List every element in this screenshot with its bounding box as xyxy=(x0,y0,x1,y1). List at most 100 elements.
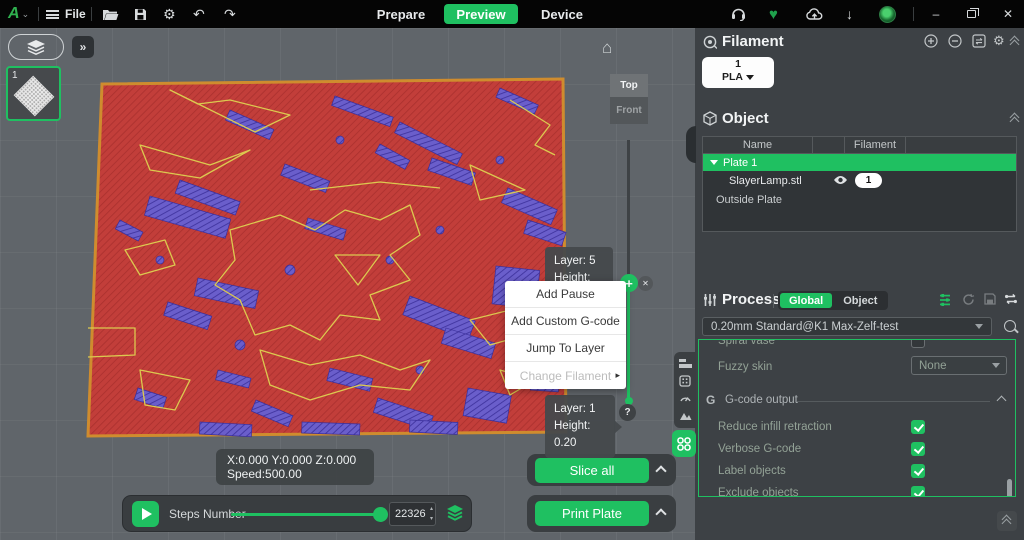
user-account-button[interactable] xyxy=(879,0,896,28)
process-params-button[interactable] xyxy=(938,293,952,307)
process-compare-button[interactable] xyxy=(1004,292,1018,306)
file-menu-label: File xyxy=(65,7,86,21)
maximize-button[interactable] xyxy=(957,0,985,28)
search-preset-button[interactable] xyxy=(1003,319,1019,335)
process-save-button[interactable] xyxy=(984,293,996,305)
exclude-objects-checkbox[interactable] xyxy=(911,486,925,497)
remove-filament-button[interactable] xyxy=(948,34,962,48)
download-icon: ↓ xyxy=(846,6,853,22)
maximize-icon xyxy=(967,10,976,18)
dropdown-arrow-icon xyxy=(992,363,1000,368)
spiral-vase-checkbox[interactable] xyxy=(911,339,925,348)
steps-value-input[interactable]: 22326 ▴ ▾ xyxy=(389,502,436,526)
object-title: Object xyxy=(722,110,769,127)
tooltip-arrow xyxy=(614,420,622,434)
menu-item-add-custom-gcode[interactable]: Add Custom G-code xyxy=(505,308,626,335)
settings-scroll-area[interactable]: Spiral vase Fuzzy skin None G G-code out… xyxy=(698,339,1016,497)
infill-view-icon[interactable] xyxy=(679,375,691,387)
spinner-arrows[interactable]: ▴ ▾ xyxy=(430,504,433,524)
process-reset-button[interactable] xyxy=(962,293,975,306)
plate-row[interactable]: Plate 1 xyxy=(703,154,1016,171)
expand-panel-button[interactable]: » xyxy=(72,36,94,58)
panel-collapse-button[interactable] xyxy=(997,511,1017,531)
section-collapse-icon[interactable] xyxy=(997,396,1007,406)
layer-slider-close-button[interactable]: ✕ xyxy=(638,276,653,291)
panel-collapse-handle[interactable] xyxy=(686,126,696,163)
object-cube-icon xyxy=(703,111,717,126)
menu-item-add-pause[interactable]: Add Pause xyxy=(505,281,626,308)
support-button[interactable] xyxy=(731,0,746,28)
layer-slider-track[interactable] xyxy=(627,140,630,283)
cloud-upload-icon xyxy=(806,8,823,21)
settings-button[interactable]: ⚙ xyxy=(163,0,176,28)
file-menu[interactable]: File xyxy=(46,0,86,28)
download-button[interactable]: ↓ xyxy=(846,0,853,28)
setting-row-spiral-vase: Spiral vase xyxy=(699,339,1015,354)
setting-row-label-objects: Label objects xyxy=(699,462,1015,484)
speed-view-icon[interactable] xyxy=(679,392,692,404)
outside-plate-row[interactable]: Outside Plate xyxy=(703,190,1016,209)
fuzzy-skin-select[interactable]: None xyxy=(911,356,1007,375)
preset-dropdown[interactable]: 0.20mm Standard@K1 Max-Zelf-test xyxy=(702,317,992,336)
label-objects-checkbox[interactable] xyxy=(911,464,925,478)
tab-global[interactable]: Global xyxy=(780,293,832,308)
open-file-button[interactable] xyxy=(102,0,119,28)
plate-thumbnail[interactable]: 1 xyxy=(6,66,61,121)
layer-slider-range[interactable] xyxy=(627,283,630,402)
reduce-infill-retraction-checkbox[interactable] xyxy=(911,420,925,434)
support-view-icon[interactable] xyxy=(679,410,692,421)
logo-caret-icon: ⌄ xyxy=(22,9,30,20)
filament-settings-button[interactable]: ⚙ xyxy=(993,33,1005,49)
favorites-button[interactable]: ♥ xyxy=(769,0,778,28)
undo-button[interactable]: ↶ xyxy=(193,0,205,28)
viewport-3d[interactable]: » 1 ⌂ Top Front + ✕ ? Layer: 5 Height: 1… xyxy=(0,28,695,540)
filament-badge[interactable]: 1 xyxy=(855,173,882,188)
dropdown-arrow-icon xyxy=(975,324,983,329)
visibility-eye-icon[interactable] xyxy=(833,175,848,185)
print-plate-button[interactable]: Print Plate xyxy=(535,501,649,526)
filament-slot-number: 1 xyxy=(702,57,774,71)
play-button[interactable] xyxy=(132,501,159,527)
viewcube-front-face[interactable]: Front xyxy=(610,97,648,124)
menu-item-jump-to-layer[interactable]: Jump To Layer xyxy=(505,335,626,362)
viewcube-top-face[interactable]: Top xyxy=(610,74,648,97)
add-filament-button[interactable] xyxy=(924,34,938,48)
steps-slider[interactable] xyxy=(231,513,381,516)
home-view-icon[interactable]: ⌂ xyxy=(602,38,612,58)
layer-mode-button[interactable] xyxy=(445,504,465,522)
preset-name: 0.20mm Standard@K1 Max-Zelf-test xyxy=(711,321,898,333)
heart-icon: ♥ xyxy=(769,6,778,23)
print-options-chevron-icon[interactable] xyxy=(655,508,666,519)
filament-sync-button[interactable] xyxy=(972,34,986,48)
filament-slot-card[interactable]: 1 PLA xyxy=(702,57,774,88)
minimize-button[interactable]: – xyxy=(922,0,950,28)
slice-options-chevron-icon[interactable] xyxy=(655,465,666,476)
plate-list-toggle-button[interactable] xyxy=(8,34,64,60)
save-button[interactable] xyxy=(134,0,147,28)
redo-button[interactable]: ↷ xyxy=(224,0,236,28)
tab-preview[interactable]: Preview xyxy=(444,4,518,24)
object-collapse-button[interactable] xyxy=(1011,114,1019,122)
close-button[interactable]: ✕ xyxy=(994,0,1022,28)
tab-device[interactable]: Device xyxy=(532,4,592,24)
filament-type: PLA xyxy=(722,71,743,83)
tab-object[interactable]: Object xyxy=(834,293,886,308)
slice-all-button[interactable]: Slice all xyxy=(535,458,649,483)
scrollbar-thumb[interactable] xyxy=(1007,479,1012,497)
cloud-upload-button[interactable] xyxy=(806,0,823,28)
filament-spool-icon xyxy=(703,35,717,49)
help-button[interactable]: ? xyxy=(619,404,636,421)
submenu-arrow-icon: ▸ xyxy=(615,370,620,381)
line-type-icon[interactable] xyxy=(679,359,692,369)
process-header: Process xyxy=(703,291,780,308)
steps-slider-thumb[interactable] xyxy=(373,507,388,522)
object-row[interactable]: SlayerLamp.stl 1 xyxy=(703,171,1016,190)
gcode-icon: G xyxy=(706,393,715,407)
layer-grid-view-button-active[interactable] xyxy=(672,430,696,457)
filament-collapse-button[interactable] xyxy=(1011,37,1019,45)
gcode-output-section[interactable]: G G-code output xyxy=(699,392,1015,412)
tab-prepare[interactable]: Prepare xyxy=(370,4,432,24)
verbose-gcode-checkbox[interactable] xyxy=(911,442,925,456)
right-panel: Filament ⚙ 1 PLA Object Name xyxy=(695,28,1024,540)
app-logo[interactable]: A ⌄ xyxy=(8,0,29,28)
